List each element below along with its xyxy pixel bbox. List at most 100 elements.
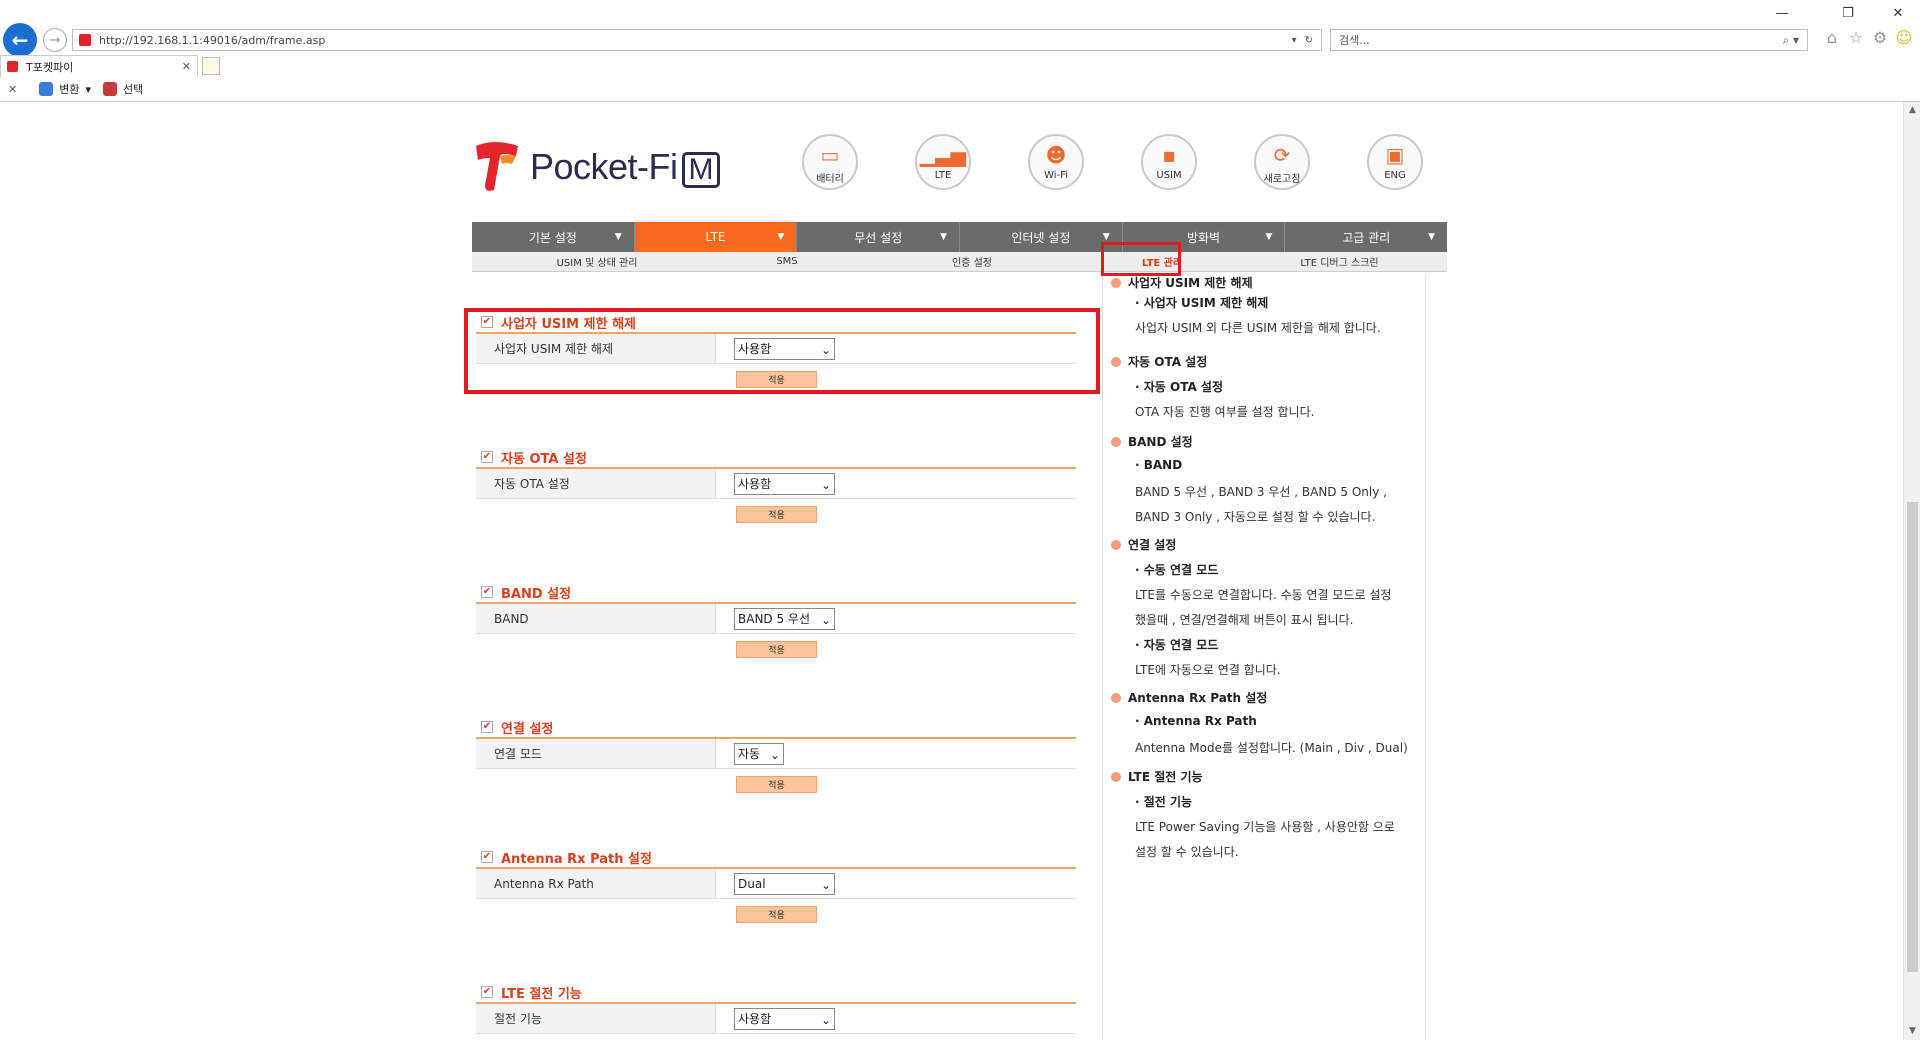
settings-gear-icon[interactable]: ⚙ [1870, 28, 1890, 48]
apply-button[interactable]: 적용 [736, 906, 817, 923]
check-icon: ✔ [481, 851, 493, 863]
chevron-down-icon: ▼ [1428, 232, 1436, 242]
usim-button[interactable]: ▪ USIM [1141, 134, 1197, 190]
auto-ota-select[interactable]: 사용함 ⌄ [734, 472, 835, 495]
tab-favicon-icon [7, 61, 18, 72]
chevron-down-icon: ⌄ [820, 877, 831, 892]
band-select[interactable]: BAND 5 우선 ⌄ [734, 607, 835, 630]
antenna-rx-path-select[interactable]: Dual ⌄ [734, 872, 835, 895]
help-text: LTE Power Saving 기능을 사용함 , 사용안함 으로 [1135, 820, 1395, 834]
apply-button[interactable]: 적용 [736, 776, 817, 793]
setting-label: BAND [476, 604, 716, 633]
select-icon [103, 82, 117, 96]
help-heading: BAND 설정 [1111, 433, 1193, 450]
close-bar-icon[interactable]: ✕ [8, 83, 17, 96]
chevron-down-icon: ▼ [1265, 232, 1273, 242]
help-text: 설정 할 수 있습니다. [1135, 845, 1239, 859]
bullet-dot-icon [1111, 539, 1121, 550]
refresh-page-icon[interactable]: ↻ [1305, 35, 1313, 46]
pocketfi-logo: Pocket-Fi M [472, 140, 721, 194]
t-logo-icon [472, 140, 522, 194]
submenu-lte-debug-screen[interactable]: LTE 디버그 스크린 [1232, 252, 1447, 271]
scroll-thumb[interactable] [1907, 502, 1918, 972]
connection-mode-select[interactable]: 자동 ⌄ [734, 742, 784, 765]
url-text: http://192.168.1.1:49016/adm/frame.asp [99, 33, 326, 47]
apply-button[interactable]: 적용 [736, 506, 817, 523]
help-text: BAND 3 Only , 자동으로 설정 할 수 있습니다. [1135, 510, 1376, 524]
menu-lte[interactable]: LTE ▼ [634, 222, 798, 252]
setting-label: 자동 OTA 설정 [476, 469, 716, 498]
check-icon: ✔ [481, 721, 493, 733]
help-heading: Antenna Rx Path 설정 [1111, 689, 1267, 706]
site-favicon-icon [79, 34, 91, 46]
submenu-auth-settings[interactable]: 인증 설정 [852, 252, 1092, 271]
lte-button[interactable]: ▁▃▅ LTE [915, 134, 971, 190]
chevron-down-icon: ⌄ [820, 612, 831, 627]
refresh-button[interactable]: ⟳ 새로고침 [1254, 134, 1310, 190]
select-button[interactable]: 선택 [123, 81, 143, 97]
minimize-button[interactable]: — [1760, 4, 1804, 24]
setting-label: 절전 기능 [476, 1004, 716, 1033]
arrow-right-icon: → [49, 32, 61, 48]
setting-row: 절전 기능 사용함 ⌄ [476, 1004, 1076, 1034]
setting-row: 자동 OTA 설정 사용함 ⌄ [476, 469, 1076, 499]
convert-button[interactable]: 변환 [59, 81, 79, 97]
help-text: 했을때 , 연결/연결해제 버튼이 표시 됩니다. [1135, 613, 1354, 627]
search-input[interactable]: 검색... ⌕ ▾ [1330, 29, 1808, 51]
section-title: ✔ LTE 절전 기능 [476, 982, 1076, 1004]
favorites-star-icon[interactable]: ☆ [1846, 28, 1866, 48]
help-text: LTE에 자동으로 연결 합니다. [1135, 663, 1281, 677]
convert-dropdown-icon[interactable]: ▾ [85, 83, 91, 96]
wifi-button[interactable]: ☻ Wi-Fi [1028, 134, 1084, 190]
help-heading: 연결 설정 [1111, 536, 1176, 553]
highlight-box-usim-section [464, 308, 1100, 394]
chevron-down-icon: ⌄ [769, 747, 780, 762]
chevron-down-icon: ▼ [614, 232, 622, 242]
feedback-smiley-icon[interactable]: ☺ [1894, 28, 1914, 48]
new-tab-button[interactable] [202, 57, 220, 75]
bullet-dot-icon [1111, 277, 1121, 288]
help-text: 사업자 USIM 외 다른 USIM 제한을 해제 합니다. [1135, 321, 1381, 335]
section-title: ✔ BAND 설정 [476, 582, 1076, 604]
setting-label: Antenna Rx Path [476, 869, 716, 898]
logo-text: Pocket-Fi M [530, 146, 721, 188]
submenu-sms[interactable]: SMS [722, 252, 852, 271]
help-heading: 자동 OTA 설정 [1111, 353, 1207, 370]
browser-tab[interactable]: T포켓파이 ✕ [0, 55, 198, 77]
forward-button[interactable]: → [43, 28, 67, 52]
menu-advanced[interactable]: 고급 관리 ▼ [1285, 222, 1447, 252]
search-icon[interactable]: ⌕ ▾ [1782, 33, 1807, 48]
menu-basic-settings[interactable]: 기본 설정 ▼ [472, 222, 635, 252]
battery-button[interactable]: ▭ 배터리 [802, 134, 858, 190]
scroll-up-icon[interactable]: ▲ [1904, 102, 1920, 119]
power-saving-select[interactable]: 사용함 ⌄ [734, 1007, 835, 1030]
dropdown-icon[interactable]: ▾ [1292, 35, 1297, 46]
back-button[interactable]: ← [3, 23, 37, 57]
address-bar[interactable]: http://192.168.1.1:49016/adm/frame.asp ▾… [72, 29, 1322, 51]
close-window-button[interactable]: ✕ [1876, 4, 1920, 24]
submenu-usim-status[interactable]: USIM 및 상태 관리 [472, 252, 722, 271]
chevron-down-icon: ▼ [940, 232, 948, 242]
restore-button[interactable]: ❐ [1826, 4, 1870, 24]
vertical-scrollbar[interactable]: ▲ ▼ [1903, 102, 1920, 1040]
auto-ota-section: ✔ 자동 OTA 설정 자동 OTA 설정 사용함 ⌄ 적용 [476, 447, 1076, 523]
scroll-down-icon[interactable]: ▼ [1904, 1023, 1920, 1040]
help-text: BAND 5 우선 , BAND 3 우선 , BAND 5 Only , [1135, 485, 1387, 499]
connection-section: ✔ 연결 설정 연결 모드 자동 ⌄ 적용 [476, 717, 1076, 793]
help-heading: 사업자 USIM 제한 해제 [1111, 274, 1253, 291]
router-admin-page: Pocket-Fi M ▭ 배터리 ▁▃▅ LTE ☻ Wi-Fi ▪ USIM … [0, 102, 1903, 1040]
bullet-dot-icon [1111, 436, 1121, 447]
language-button[interactable]: ▣ ENG [1367, 134, 1423, 190]
setting-row: Antenna Rx Path Dual ⌄ [476, 869, 1076, 899]
close-tab-icon[interactable]: ✕ [182, 60, 197, 73]
menu-wireless-settings[interactable]: 무선 설정 ▼ [797, 222, 961, 252]
home-icon[interactable]: ⌂ [1822, 28, 1842, 48]
band-section: ✔ BAND 설정 BAND BAND 5 우선 ⌄ 적용 [476, 582, 1076, 658]
menu-internet-settings[interactable]: 인터넷 설정 ▼ [960, 222, 1123, 252]
apply-button[interactable]: 적용 [736, 641, 817, 658]
language-icon: ▣ [1385, 143, 1405, 167]
help-text: LTE를 수동으로 연결합니다. 수동 연결 모드로 설정 [1135, 588, 1392, 602]
help-subheading: · 수동 연결 모드 [1135, 563, 1219, 577]
help-subheading: · 사업자 USIM 제한 해제 [1135, 296, 1269, 310]
section-title: ✔ 자동 OTA 설정 [476, 447, 1076, 469]
